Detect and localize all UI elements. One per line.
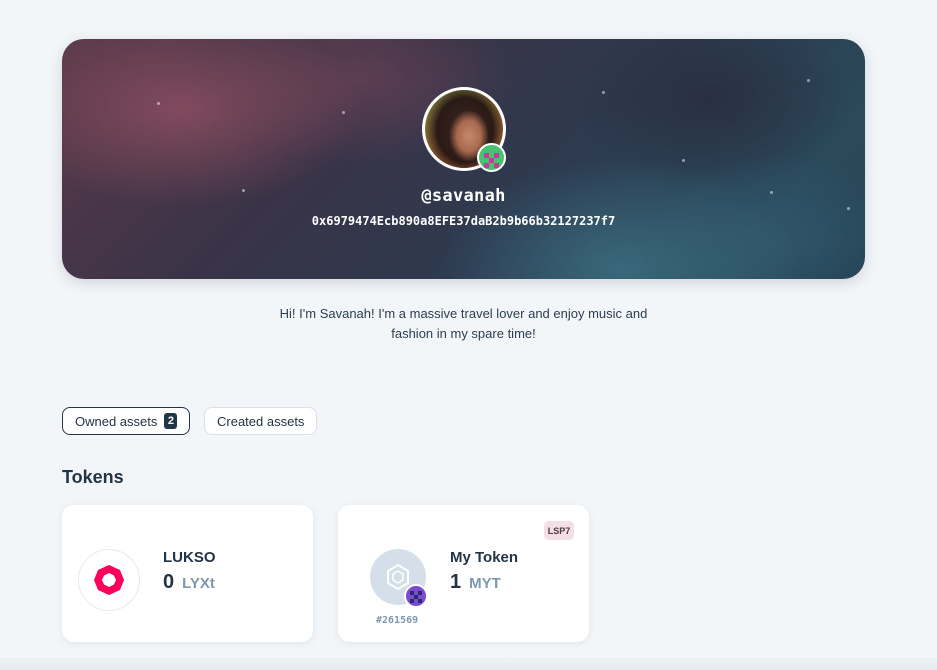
profile-username: @savanah <box>421 186 506 206</box>
token-symbol: MYT <box>469 575 501 592</box>
bio-line: fashion in my spare time! <box>391 326 536 341</box>
token-amount-value: 0 <box>163 571 175 593</box>
token-card-lukso[interactable]: LUKSO 0 LYXt <box>62 505 313 642</box>
profile-banner: @savanah 0x6979474Ecb890a8EFE37daB2b9b66… <box>62 39 865 279</box>
profile-bio: Hi! I'm Savanah! I'm a massive travel lo… <box>260 304 667 344</box>
token-card-my-token[interactable]: LSP7 #261569 My Token 1 MYT <box>338 505 589 642</box>
tab-owned-assets[interactable]: Owned assets 2 <box>62 407 191 435</box>
token-name: My Token <box>450 549 519 566</box>
token-name: LUKSO <box>163 549 216 566</box>
token-standard-badge: LSP7 <box>544 521 574 540</box>
bio-line: Hi! I'm Savanah! I'm a massive travel lo… <box>279 306 648 321</box>
banner-star <box>682 159 685 162</box>
profile-page: @savanah 0x6979474Ecb890a8EFE37daB2b9b66… <box>0 0 937 670</box>
token-amount-value: 1 <box>450 571 462 593</box>
tokens-heading: Tokens <box>62 467 124 487</box>
banner-star <box>807 79 810 82</box>
profile-address[interactable]: 0x6979474Ecb890a8EFE37daB2b9b66b32127237… <box>62 214 865 228</box>
token-id: #261569 <box>376 615 419 626</box>
tab-label: Owned assets <box>75 413 158 429</box>
lukso-logo-icon <box>78 549 140 611</box>
token-symbol: LYXt <box>182 575 215 592</box>
banner-star <box>602 91 605 94</box>
bottom-divider <box>0 657 937 670</box>
banner-star <box>342 111 345 114</box>
token-balance: 1 MYT <box>450 571 501 594</box>
token-balance: 0 LYXt <box>163 571 215 594</box>
token-owner-identicon <box>404 584 428 608</box>
tab-label: Created assets <box>217 413 305 429</box>
tab-created-assets[interactable]: Created assets <box>204 407 318 435</box>
banner-star <box>847 207 850 210</box>
banner-star <box>157 102 160 105</box>
identicon-badge <box>477 143 506 172</box>
owned-count-badge: 2 <box>164 413 178 429</box>
